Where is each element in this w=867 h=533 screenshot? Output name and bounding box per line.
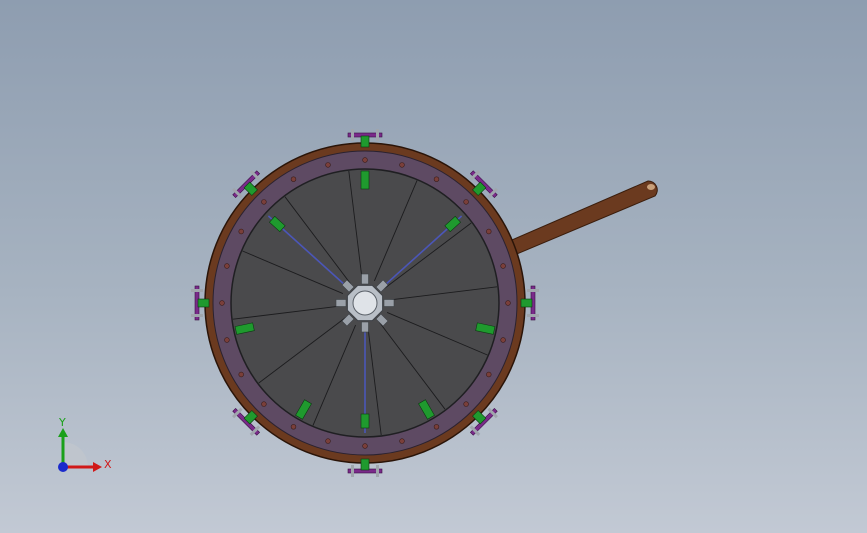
hub-tooth	[335, 299, 347, 307]
bolt-hole	[290, 176, 297, 182]
triad-quadrant	[63, 442, 88, 467]
bolt-hole	[238, 228, 244, 235]
clamp-pin	[527, 289, 539, 292]
bolt-hole	[486, 228, 492, 235]
hub-tooth	[361, 321, 369, 333]
bolt-hole	[362, 157, 368, 163]
bolt-hole	[399, 438, 405, 444]
handle-bar[interactable]	[504, 180, 658, 257]
hub-tooth	[361, 273, 369, 285]
bolt-hole	[261, 199, 267, 205]
hub-bore	[352, 290, 378, 316]
clamp-pin	[376, 129, 379, 141]
hub-tooth	[383, 299, 395, 307]
bolt-hole	[463, 199, 469, 205]
bolt-hole	[486, 371, 492, 378]
clamp-green-block	[360, 135, 370, 148]
clamp-green-block	[360, 458, 370, 471]
clamp-green-block	[197, 298, 210, 308]
clamp-pin	[351, 129, 354, 141]
bolt-hole	[261, 401, 267, 407]
handle[interactable]	[504, 180, 658, 257]
bolt-hole	[463, 401, 469, 407]
clamp-green-block	[520, 298, 533, 308]
bolt-hole	[500, 337, 506, 343]
clamp-pin	[351, 465, 354, 477]
bolt-hole	[433, 424, 440, 430]
clamp-pin	[191, 289, 203, 292]
bolt-hole	[433, 176, 440, 182]
bolt-hole	[224, 337, 230, 343]
bolt-hole	[290, 424, 297, 430]
bolt-hole	[399, 162, 405, 168]
spoke-end-block[interactable]	[360, 413, 370, 429]
x-axis-arrow	[93, 462, 102, 472]
y-axis-arrow	[58, 428, 68, 437]
clamp-pin	[376, 465, 379, 477]
clamp-pin	[191, 314, 203, 317]
coordinate-triad: X Y	[58, 416, 112, 472]
bolt-hole	[500, 263, 506, 269]
center-hub[interactable]	[335, 273, 395, 333]
inner-tab[interactable]	[360, 170, 370, 190]
bolt-hole	[505, 300, 511, 306]
cad-model-view[interactable]	[0, 0, 867, 533]
bolt-hole	[238, 371, 244, 378]
x-axis-label: X	[104, 458, 112, 471]
z-axis-dot	[58, 462, 68, 472]
handle-hole	[647, 184, 655, 190]
clamp-pin	[527, 314, 539, 317]
graphics-viewport[interactable]: X Y	[0, 0, 867, 533]
bolt-hole	[224, 263, 230, 269]
bolt-hole	[219, 300, 225, 306]
y-axis-label: Y	[58, 416, 66, 429]
bolt-hole	[325, 162, 331, 168]
bolt-hole	[325, 438, 331, 444]
bolt-hole	[362, 443, 368, 449]
